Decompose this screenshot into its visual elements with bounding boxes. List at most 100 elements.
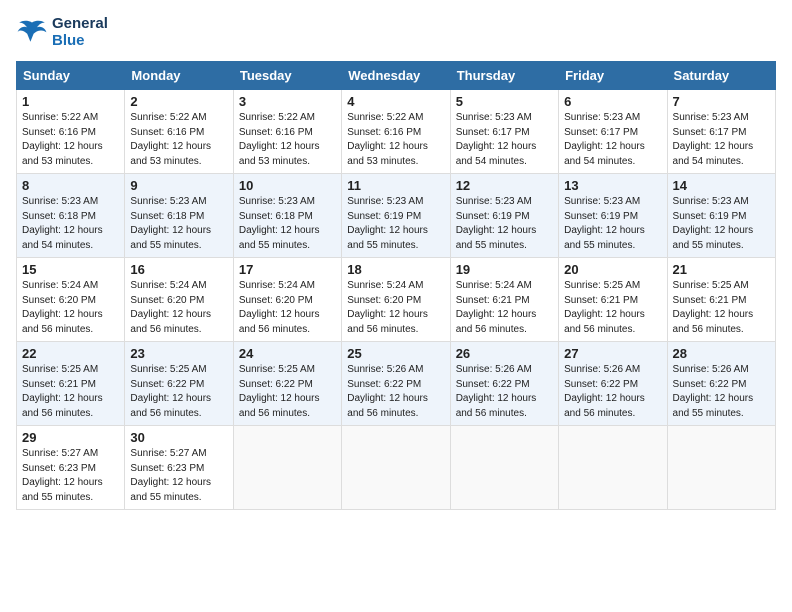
calendar-cell: 14 Sunrise: 5:23 AMSunset: 6:19 PMDayligh… [667, 174, 775, 258]
day-info: Sunrise: 5:22 AMSunset: 6:16 PMDaylight:… [22, 111, 119, 169]
day-number: 8 [22, 178, 119, 193]
calendar-cell: 13Sunrise: 5:23 AMSunset: 6:19 PMDayligh… [559, 174, 667, 258]
col-header-wednesday: Wednesday [342, 62, 450, 90]
logo-text: General Blue [52, 16, 108, 49]
day-number: 13 [564, 178, 661, 193]
calendar-cell: 20Sunrise: 5:25 AMSunset: 6:21 PMDayligh… [559, 258, 667, 342]
day-number: 5 [456, 94, 553, 109]
day-info: Sunrise: 5:23 AMSunset: 6:19 PMDaylight:… [347, 195, 444, 253]
day-info: Sunrise: 5:25 AMSunset: 6:21 PMDaylight:… [673, 279, 770, 337]
day-number: 23 [130, 346, 227, 361]
day-info: Sunrise: 5:24 AMSunset: 6:20 PMDaylight:… [347, 279, 444, 337]
day-number: 6 [564, 94, 661, 109]
calendar-cell: 29 Sunrise: 5:27 AMSunset: 6:23 PMDayligh… [17, 426, 125, 510]
col-header-monday: Monday [125, 62, 233, 90]
calendar-table: SundayMondayTuesdayWednesdayThursdayFrid… [16, 61, 776, 510]
day-info: Sunrise: 5:23 AMSunset: 6:17 PMDaylight:… [456, 111, 553, 169]
calendar-cell: 18 Sunrise: 5:24 AMSunset: 6:20 PMDayligh… [342, 258, 450, 342]
day-number: 21 [673, 262, 770, 277]
day-info: Sunrise: 5:27 AMSunset: 6:23 PMDaylight:… [130, 447, 227, 505]
col-header-sunday: Sunday [17, 62, 125, 90]
day-info: Sunrise: 5:23 AMSunset: 6:19 PMDaylight:… [673, 195, 770, 253]
calendar-cell: 10 Sunrise: 5:23 AMSunset: 6:18 PMDayligh… [233, 174, 341, 258]
day-info: Sunrise: 5:23 AMSunset: 6:18 PMDaylight:… [239, 195, 336, 253]
day-number: 2 [130, 94, 227, 109]
page-header: General Blue [16, 16, 776, 49]
day-info: Sunrise: 5:26 AMSunset: 6:22 PMDaylight:… [564, 363, 661, 421]
calendar-week-4: 22 Sunrise: 5:25 AMSunset: 6:21 PMDayligh… [17, 342, 776, 426]
calendar-cell [667, 426, 775, 510]
calendar-cell: 8 Sunrise: 5:23 AMSunset: 6:18 PMDaylight… [17, 174, 125, 258]
day-number: 18 [347, 262, 444, 277]
calendar-cell: 1 Sunrise: 5:22 AMSunset: 6:16 PMDaylight… [17, 90, 125, 174]
calendar-week-1: 1 Sunrise: 5:22 AMSunset: 6:16 PMDaylight… [17, 90, 776, 174]
day-number: 14 [673, 178, 770, 193]
col-header-friday: Friday [559, 62, 667, 90]
calendar-cell [342, 426, 450, 510]
day-info: Sunrise: 5:25 AMSunset: 6:22 PMDaylight:… [239, 363, 336, 421]
calendar-cell: 22 Sunrise: 5:25 AMSunset: 6:21 PMDayligh… [17, 342, 125, 426]
day-number: 22 [22, 346, 119, 361]
day-number: 27 [564, 346, 661, 361]
calendar-cell: 21 Sunrise: 5:25 AMSunset: 6:21 PMDayligh… [667, 258, 775, 342]
day-info: Sunrise: 5:22 AMSunset: 6:16 PMDaylight:… [347, 111, 444, 169]
calendar-cell: 19 Sunrise: 5:24 AMSunset: 6:21 PMDayligh… [450, 258, 558, 342]
day-number: 10 [239, 178, 336, 193]
day-info: Sunrise: 5:27 AMSunset: 6:23 PMDaylight:… [22, 447, 119, 505]
calendar-cell: 6 Sunrise: 5:23 AMSunset: 6:17 PMDaylight… [559, 90, 667, 174]
day-number: 15 [22, 262, 119, 277]
day-number: 24 [239, 346, 336, 361]
calendar-cell: 11 Sunrise: 5:23 AMSunset: 6:19 PMDayligh… [342, 174, 450, 258]
day-number: 17 [239, 262, 336, 277]
day-number: 30 [130, 430, 227, 445]
day-number: 16 [130, 262, 227, 277]
calendar-cell: 28Sunrise: 5:26 AMSunset: 6:22 PMDayligh… [667, 342, 775, 426]
day-info: Sunrise: 5:24 AMSunset: 6:20 PMDaylight:… [239, 279, 336, 337]
calendar-cell: 4 Sunrise: 5:22 AMSunset: 6:16 PMDaylight… [342, 90, 450, 174]
day-number: 3 [239, 94, 336, 109]
logo: General Blue [16, 16, 108, 49]
calendar-cell: 5 Sunrise: 5:23 AMSunset: 6:17 PMDaylight… [450, 90, 558, 174]
day-info: Sunrise: 5:23 AMSunset: 6:19 PMDaylight:… [456, 195, 553, 253]
day-info: Sunrise: 5:24 AMSunset: 6:21 PMDaylight:… [456, 279, 553, 337]
day-info: Sunrise: 5:26 AMSunset: 6:22 PMDaylight:… [456, 363, 553, 421]
day-number: 7 [673, 94, 770, 109]
col-header-saturday: Saturday [667, 62, 775, 90]
day-info: Sunrise: 5:24 AMSunset: 6:20 PMDaylight:… [22, 279, 119, 337]
calendar-cell: 25 Sunrise: 5:26 AMSunset: 6:22 PMDayligh… [342, 342, 450, 426]
day-number: 26 [456, 346, 553, 361]
day-number: 29 [22, 430, 119, 445]
day-info: Sunrise: 5:25 AMSunset: 6:21 PMDaylight:… [22, 363, 119, 421]
col-header-tuesday: Tuesday [233, 62, 341, 90]
day-number: 19 [456, 262, 553, 277]
calendar-cell: 30 Sunrise: 5:27 AMSunset: 6:23 PMDayligh… [125, 426, 233, 510]
day-info: Sunrise: 5:23 AMSunset: 6:17 PMDaylight:… [673, 111, 770, 169]
calendar-cell [233, 426, 341, 510]
day-number: 25 [347, 346, 444, 361]
day-info: Sunrise: 5:22 AMSunset: 6:16 PMDaylight:… [239, 111, 336, 169]
calendar-cell: 26 Sunrise: 5:26 AMSunset: 6:22 PMDayligh… [450, 342, 558, 426]
day-number: 9 [130, 178, 227, 193]
calendar-cell: 27 Sunrise: 5:26 AMSunset: 6:22 PMDayligh… [559, 342, 667, 426]
day-number: 11 [347, 178, 444, 193]
day-info: Sunrise: 5:23 AMSunset: 6:18 PMDaylight:… [130, 195, 227, 253]
day-number: 20 [564, 262, 661, 277]
day-info: Sunrise: 5:24 AMSunset: 6:20 PMDaylight:… [130, 279, 227, 337]
day-number: 4 [347, 94, 444, 109]
calendar-cell: 23 Sunrise: 5:25 AMSunset: 6:22 PMDayligh… [125, 342, 233, 426]
calendar-cell [450, 426, 558, 510]
calendar-cell [559, 426, 667, 510]
calendar-cell: 16 Sunrise: 5:24 AMSunset: 6:20 PMDayligh… [125, 258, 233, 342]
day-info: Sunrise: 5:23 AMSunset: 6:17 PMDaylight:… [564, 111, 661, 169]
calendar-cell: 2 Sunrise: 5:22 AMSunset: 6:16 PMDaylight… [125, 90, 233, 174]
day-info: Sunrise: 5:25 AMSunset: 6:22 PMDaylight:… [130, 363, 227, 421]
day-info: Sunrise: 5:26 AMSunset: 6:22 PMDaylight:… [673, 363, 770, 421]
day-number: 1 [22, 94, 119, 109]
day-info: Sunrise: 5:26 AMSunset: 6:22 PMDaylight:… [347, 363, 444, 421]
calendar-week-2: 8 Sunrise: 5:23 AMSunset: 6:18 PMDaylight… [17, 174, 776, 258]
day-info: Sunrise: 5:23 AMSunset: 6:18 PMDaylight:… [22, 195, 119, 253]
calendar-week-5: 29 Sunrise: 5:27 AMSunset: 6:23 PMDayligh… [17, 426, 776, 510]
calendar-cell: 9 Sunrise: 5:23 AMSunset: 6:18 PMDaylight… [125, 174, 233, 258]
day-info: Sunrise: 5:22 AMSunset: 6:16 PMDaylight:… [130, 111, 227, 169]
day-number: 12 [456, 178, 553, 193]
